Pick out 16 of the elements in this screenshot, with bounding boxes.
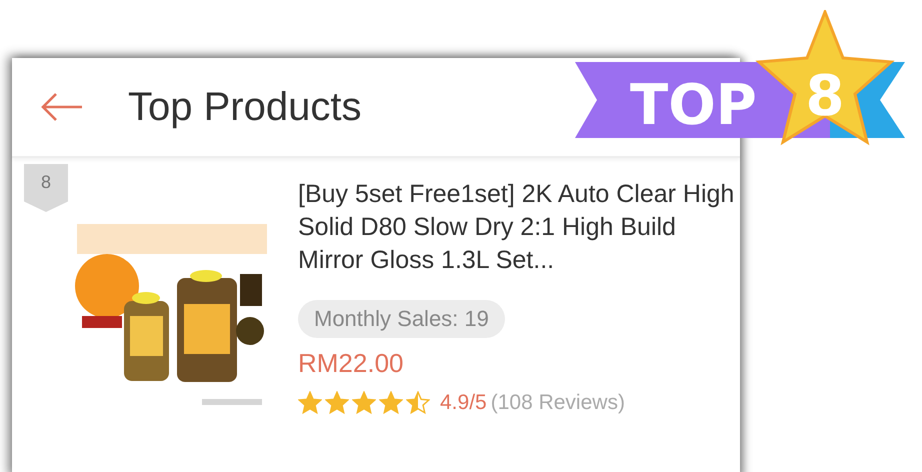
price: RM22.00 xyxy=(298,348,404,379)
star-icon xyxy=(406,391,430,415)
rank-tag: 8 xyxy=(24,164,68,212)
star-icon xyxy=(755,10,895,146)
star-icon xyxy=(379,391,403,415)
star-icon xyxy=(352,391,376,415)
page-title: Top Products xyxy=(128,84,362,130)
rating-score: 4.9/5 xyxy=(440,391,487,415)
back-arrow-icon[interactable] xyxy=(40,92,84,122)
monthly-sales-badge: Monthly Sales: 19 xyxy=(298,300,505,338)
badge-rank: 8 xyxy=(806,64,844,129)
product-title[interactable]: [Buy 5set Free1set] 2K Auto Clear High Solid D80 Slow Dry 2:1 High Build Mirror Gloss 1.3L Set... xyxy=(298,178,738,300)
badge-label: TOP xyxy=(630,73,757,138)
review-count: (108 Reviews) xyxy=(490,391,625,415)
star-icon xyxy=(298,391,322,415)
star-icon xyxy=(325,391,349,415)
